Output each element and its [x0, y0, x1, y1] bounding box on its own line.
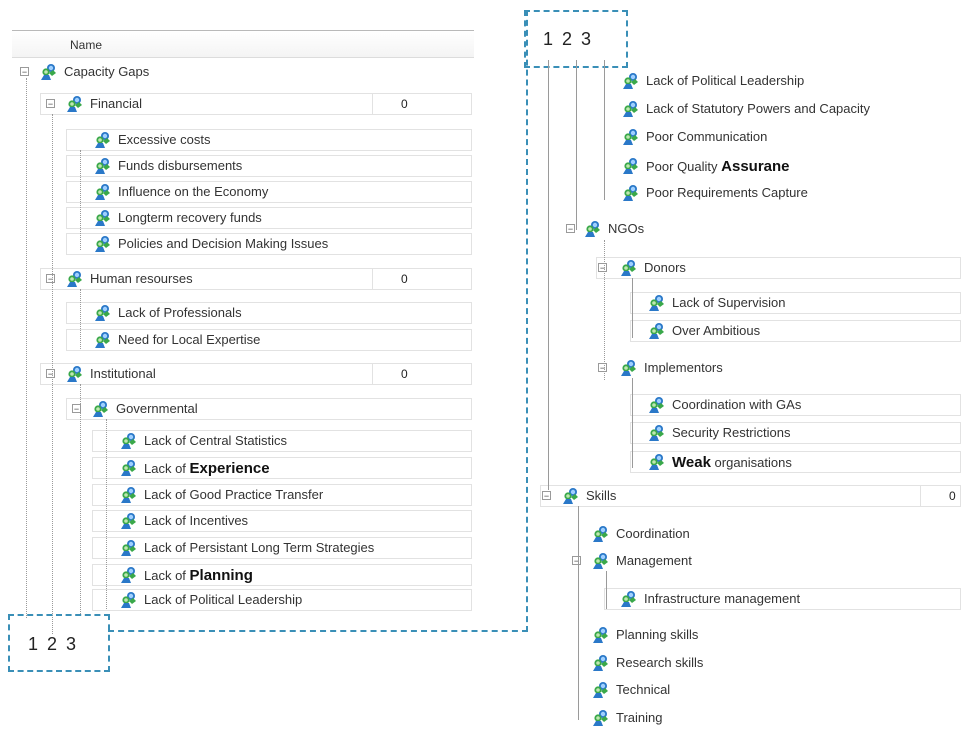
collapse-toggle[interactable]: − [598, 363, 607, 373]
group-icon [648, 322, 666, 340]
group-icon [620, 259, 638, 277]
collapse-toggle[interactable]: − [572, 556, 581, 566]
group-icon [592, 654, 610, 672]
tree-node-label[interactable]: Poor Requirements Capture [646, 185, 808, 200]
group-icon [622, 128, 640, 146]
tree-connector [80, 150, 81, 250]
collapse-toggle[interactable]: − [566, 224, 575, 234]
group-icon [40, 63, 58, 81]
tree-connector [604, 240, 605, 380]
count-value: 0 [949, 489, 956, 503]
tree-connector [578, 506, 579, 720]
tree-node-label[interactable]: Planning skills [616, 627, 698, 642]
label-text: Poor Quality [646, 159, 722, 174]
tree-node-label[interactable]: Weak organisations [672, 454, 792, 471]
tree-node-label[interactable]: Coordination [616, 526, 690, 541]
group-icon [584, 220, 602, 238]
tree-node-label[interactable]: Poor Communication [646, 129, 767, 144]
tree-node-label[interactable]: Lack of Supervision [672, 295, 785, 310]
group-icon [648, 294, 666, 312]
group-icon [622, 72, 640, 90]
group-icon [592, 626, 610, 644]
tree-connector [52, 114, 53, 634]
selection-outline [108, 10, 528, 632]
collapse-toggle[interactable]: − [598, 263, 607, 273]
collapse-toggle[interactable]: − [20, 67, 29, 77]
collapse-toggle[interactable]: − [46, 99, 55, 109]
tree-node-label[interactable]: Training [616, 710, 662, 725]
tree-connector [632, 378, 633, 468]
group-icon [648, 453, 666, 471]
group-icon [620, 590, 638, 608]
tree-node-label[interactable]: Management [616, 553, 692, 568]
tree-connector [548, 60, 549, 490]
tree-node-label[interactable]: Poor Quality Assurane [646, 158, 790, 175]
tree-connector [604, 60, 605, 200]
tree-node-label[interactable]: Security Restrictions [672, 425, 790, 440]
count-cell: 0 [920, 485, 961, 507]
tree-node-label[interactable]: Donors [644, 260, 686, 275]
group-icon [622, 157, 640, 175]
label-emphasis: Assurane [721, 158, 790, 175]
tree-connector [576, 60, 577, 230]
tree-node-label[interactable]: Research skills [616, 655, 703, 670]
group-icon [622, 184, 640, 202]
collapse-toggle[interactable]: − [46, 274, 55, 284]
tree-connector [26, 78, 27, 618]
group-icon [66, 365, 84, 383]
tree-node-label[interactable]: Implementors [644, 360, 723, 375]
label-text: organisations [710, 455, 792, 470]
group-icon [622, 100, 640, 118]
tree-connector [80, 384, 81, 614]
group-icon [66, 270, 84, 288]
collapse-toggle[interactable]: − [542, 491, 551, 501]
tree-node-label[interactable]: Technical [616, 682, 670, 697]
tree-node-label[interactable]: Lack of Political Leadership [646, 73, 804, 88]
pager-numbers-left[interactable]: 1 2 3 [28, 634, 78, 655]
group-icon [66, 95, 84, 113]
right-tree-view: Lack of Political Leadership Lack of Stat… [480, 0, 961, 731]
tree-node-label[interactable]: Coordination with GAs [672, 397, 801, 412]
group-icon [592, 525, 610, 543]
tree-node-label[interactable]: Over Ambitious [672, 323, 760, 338]
group-icon [592, 681, 610, 699]
label-emphasis: Weak [672, 454, 711, 471]
group-icon [648, 396, 666, 414]
tree-node-label[interactable]: Infrastructure management [644, 591, 800, 606]
tree-node-label[interactable]: NGOs [608, 221, 644, 236]
group-icon [592, 709, 610, 727]
collapse-toggle[interactable]: − [46, 369, 55, 379]
tree-node-label[interactable]: Lack of Statutory Powers and Capacity [646, 101, 870, 116]
group-icon [648, 424, 666, 442]
tree-connector [80, 289, 81, 349]
group-icon [620, 359, 638, 377]
tree-connector [106, 419, 107, 609]
tree-connector [632, 278, 633, 338]
group-icon [562, 487, 580, 505]
tree-connector [606, 571, 607, 609]
tree-node-label[interactable]: Skills [586, 488, 616, 503]
group-icon [592, 552, 610, 570]
